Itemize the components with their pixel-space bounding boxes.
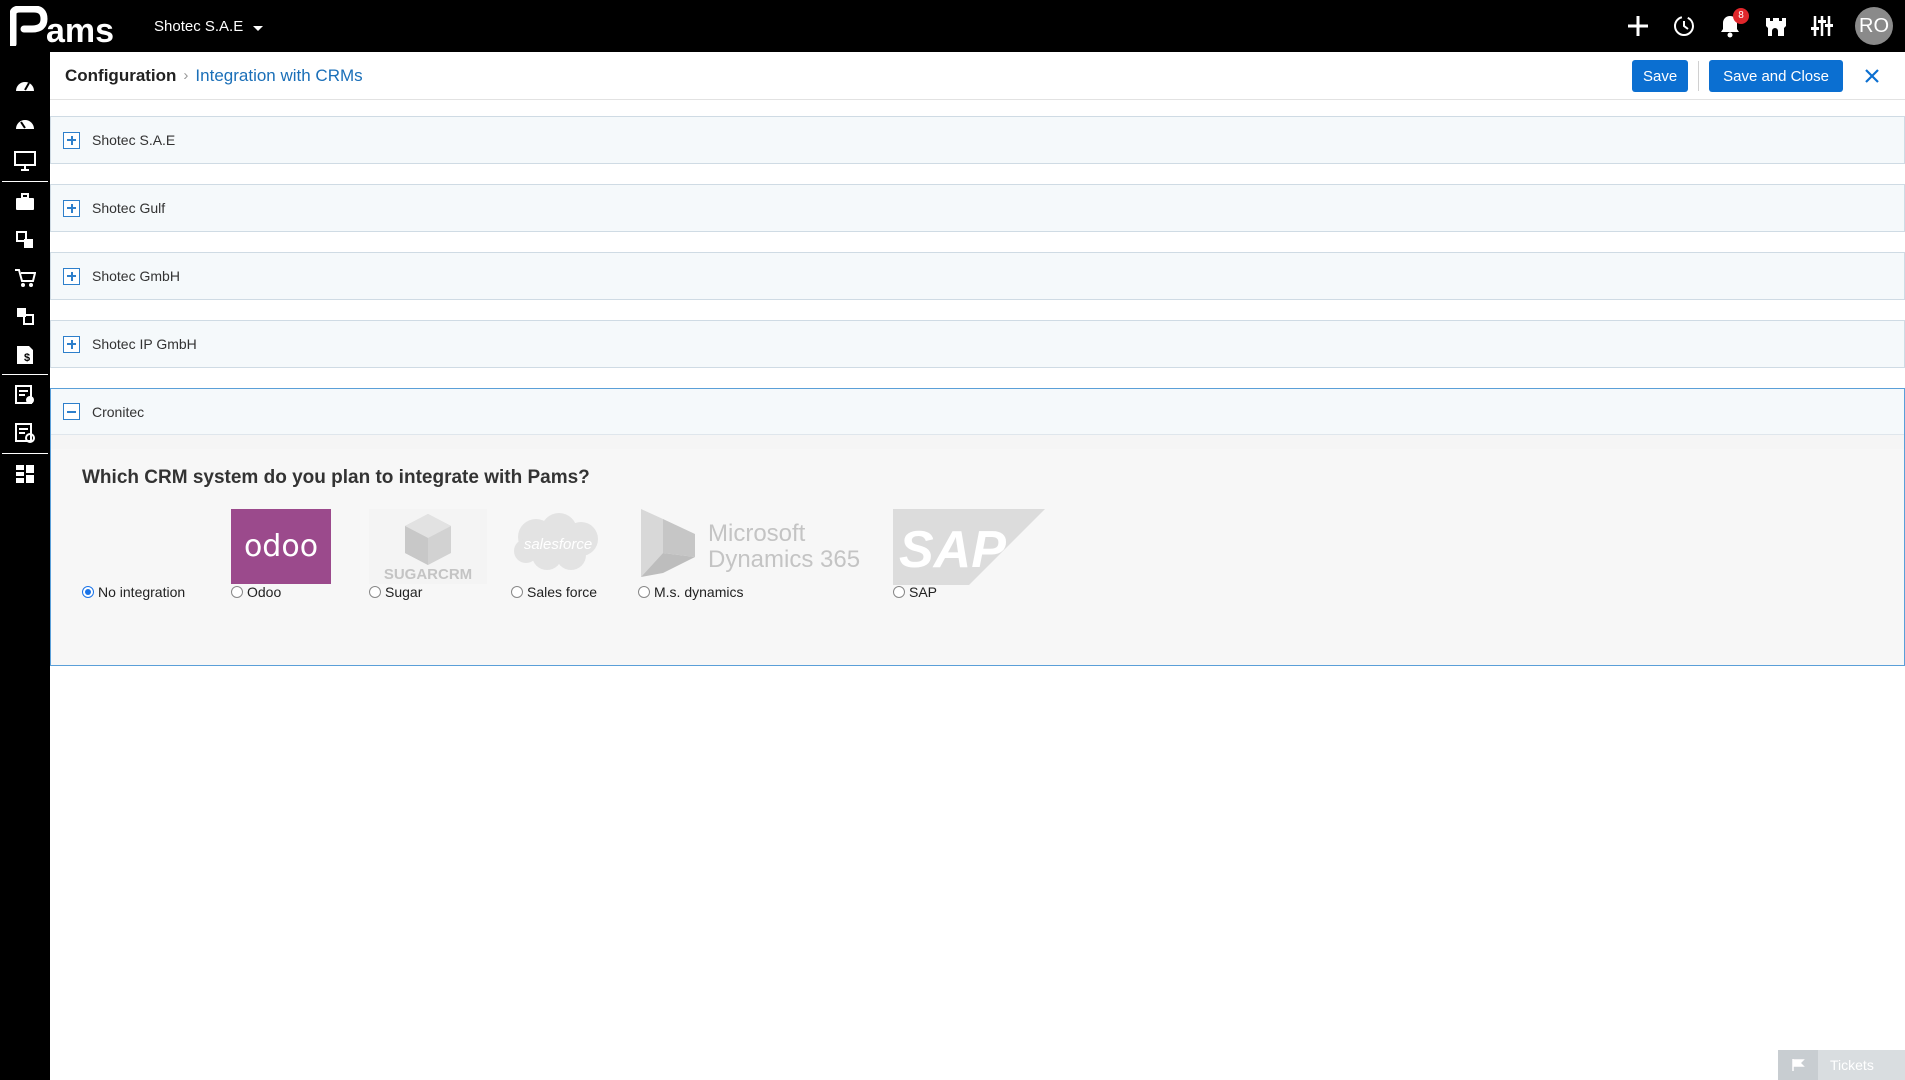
dashboard-alt-icon[interactable] — [0, 104, 50, 142]
bell-icon[interactable]: 8 — [1717, 8, 1749, 39]
save-and-close-button[interactable]: Save and Close — [1709, 60, 1843, 92]
page-header: Configuration › Integration with CRMs Sa… — [50, 52, 1905, 100]
radio-button[interactable] — [893, 586, 905, 598]
history-icon[interactable] — [1671, 13, 1697, 39]
crm-option-salesforce[interactable]: Sales force — [511, 584, 597, 600]
header-divider — [1698, 61, 1700, 91]
svg-text:ams: ams — [46, 12, 114, 46]
document-check-icon[interactable] — [0, 376, 50, 414]
sidebar: $ — [0, 52, 50, 1080]
close-icon[interactable] — [1857, 60, 1887, 92]
sap-logo[interactable]: SAP — [893, 509, 1045, 590]
invoice-icon[interactable]: $ — [0, 335, 50, 373]
cart-icon[interactable] — [0, 259, 50, 297]
document-settings-icon[interactable] — [0, 414, 50, 452]
breadcrumb: Configuration › Integration with CRMs — [65, 66, 363, 86]
crm-option-label: Sugar — [385, 584, 423, 600]
expand-plus-icon[interactable] — [63, 131, 80, 149]
expand-plus-icon[interactable] — [63, 267, 80, 285]
company-selector[interactable]: Shotec S.A.E — [154, 17, 264, 35]
company-panel: Shotec IP GmbH — [50, 320, 1905, 368]
dashboard-icon[interactable] — [0, 66, 50, 104]
salesforce-logo-text: salesforce — [524, 536, 592, 553]
company-name: Cronitec — [92, 403, 145, 420]
radio-button[interactable] — [511, 586, 523, 598]
company-panel-header[interactable]: Shotec S.A.E — [51, 117, 1904, 163]
pams-logo-icon: ams — [10, 6, 114, 46]
crm-option-odoo[interactable]: Odoo — [231, 584, 281, 600]
castle-icon[interactable] — [1763, 13, 1789, 39]
breadcrumb-current: Integration with CRMs — [195, 65, 363, 85]
company-panel-header[interactable]: Cronitec — [51, 389, 1904, 435]
ms-dynamics-logo-line2: Dynamics 365 — [708, 546, 860, 573]
tickets-button[interactable]: Tickets — [1778, 1050, 1905, 1080]
modules-icon[interactable] — [0, 221, 50, 259]
company-panel-header[interactable]: Shotec GmbH — [51, 253, 1904, 299]
odoo-logo-text: odoo — [244, 529, 318, 564]
briefcase-icon[interactable] — [0, 183, 50, 221]
expand-plus-icon[interactable] — [63, 335, 80, 353]
pams-logo[interactable]: ams — [0, 0, 132, 52]
company-name: Shotec S.A.E — [92, 132, 176, 148]
sidebar-divider — [2, 374, 48, 375]
chevron-right-icon: › — [183, 67, 189, 84]
modules-alt-icon[interactable] — [0, 297, 50, 335]
plus-icon[interactable] — [1625, 13, 1651, 39]
sugarcrm-logo-text: SUGARCRM — [384, 566, 472, 583]
crm-option-sap[interactable]: SAP — [893, 584, 937, 600]
company-panel-header[interactable]: Shotec Gulf — [51, 185, 1904, 231]
sugarcrm-logo[interactable]: SUGARCRM — [369, 509, 487, 589]
company-panel: Shotec GmbH — [50, 252, 1905, 300]
sidebar-divider — [2, 453, 48, 454]
radio-button[interactable] — [231, 586, 243, 598]
grid-list-icon[interactable] — [0, 455, 50, 493]
crm-question: Which CRM system do you plan to integrat… — [82, 467, 590, 488]
expand-plus-icon[interactable] — [63, 199, 80, 217]
radio-button[interactable] — [638, 586, 650, 598]
company-panel: Shotec S.A.E — [50, 116, 1905, 164]
company-panel-expanded: Cronitec Which CRM system do you plan to… — [50, 388, 1905, 666]
crm-option-none[interactable]: No integration — [82, 584, 185, 600]
crm-option-label: No integration — [98, 584, 186, 600]
crm-option-label: Sales force — [527, 584, 598, 600]
ms-dynamics-logo-line1: Microsoft — [708, 520, 806, 547]
flag-icon — [1778, 1050, 1818, 1080]
salesforce-logo[interactable]: salesforce — [511, 509, 606, 584]
breadcrumb-root[interactable]: Configuration — [65, 66, 176, 86]
radio-button[interactable] — [369, 586, 381, 598]
sidebar-divider — [2, 181, 48, 182]
collapse-minus-icon[interactable] — [63, 403, 80, 420]
sliders-icon[interactable] — [1809, 13, 1835, 39]
sap-logo-text: SAP — [899, 521, 1006, 579]
user-avatar[interactable]: RO — [1855, 7, 1893, 45]
company-selector-label: Shotec S.A.E — [154, 17, 244, 35]
company-name: Shotec GmbH — [92, 268, 180, 284]
company-panel: Shotec Gulf — [50, 184, 1905, 232]
crm-option-sugar[interactable]: Sugar — [369, 584, 422, 600]
crm-option-label: SAP — [909, 584, 938, 600]
crm-option-ms-dynamics[interactable]: M.s. dynamics — [638, 584, 743, 600]
tickets-label: Tickets — [1830, 1057, 1874, 1073]
company-name: Shotec IP GmbH — [92, 336, 197, 352]
monitor-icon[interactable] — [0, 142, 50, 180]
radio-button-selected[interactable] — [82, 586, 94, 598]
crm-option-label: Odoo — [247, 584, 282, 600]
odoo-logo[interactable]: odoo — [231, 509, 331, 589]
svg-text:$: $ — [24, 352, 30, 364]
crm-integration-section: Which CRM system do you plan to integrat… — [51, 435, 1904, 665]
chevron-down-icon — [253, 25, 264, 31]
company-name: Shotec Gulf — [92, 200, 166, 216]
ms-dynamics-logo[interactable]: Microsoft Dynamics 365 — [638, 507, 863, 590]
company-panel-header[interactable]: Shotec IP GmbH — [51, 321, 1904, 367]
top-bar: ams Shotec S.A.E 8 RO — [0, 0, 1905, 52]
crm-option-label: M.s. dynamics — [654, 584, 744, 600]
notification-badge: 8 — [1733, 8, 1749, 24]
save-button[interactable]: Save — [1632, 60, 1689, 92]
